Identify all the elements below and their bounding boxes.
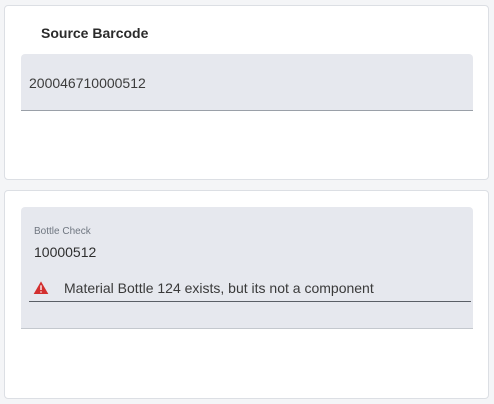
- source-barcode-title: Source Barcode: [41, 25, 149, 41]
- warning-icon: [33, 281, 49, 294]
- bottle-check-value[interactable]: 10000512: [34, 244, 96, 260]
- bottle-check-error-message: Material Bottle 124 exists, but its not …: [64, 280, 374, 296]
- bottle-check-label: Bottle Check: [34, 226, 91, 237]
- bottle-check-field[interactable]: Bottle Check 10000512 Material Bottle 12…: [21, 207, 473, 329]
- source-barcode-value[interactable]: 200046710000512: [29, 75, 146, 91]
- bottle-check-error: Material Bottle 124 exists, but its not …: [29, 279, 471, 302]
- bottle-check-card: Bottle Check 10000512 Material Bottle 12…: [4, 190, 489, 399]
- source-barcode-field[interactable]: 200046710000512: [21, 54, 473, 111]
- source-barcode-card: Source Barcode 200046710000512: [4, 5, 489, 180]
